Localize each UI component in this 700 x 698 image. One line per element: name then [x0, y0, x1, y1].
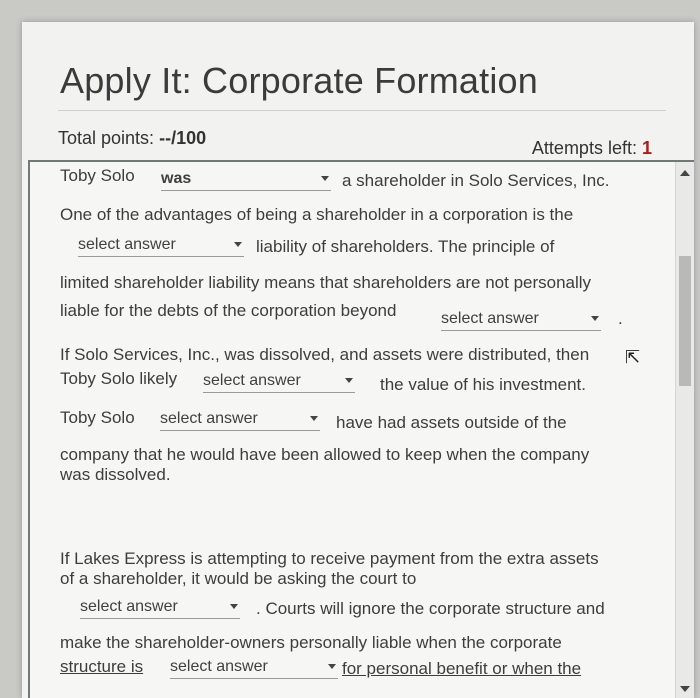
- chevron-down-icon: [230, 604, 238, 609]
- chevron-down-icon: [321, 176, 329, 181]
- question-content: Toby Solo was a shareholder in Solo Serv…: [30, 162, 670, 698]
- attempts-left-label: Attempts left:: [531, 138, 637, 158]
- q-text: If Lakes Express is attempting to receiv…: [60, 549, 599, 568]
- q-text: of a shareholder, it would be asking the…: [60, 569, 417, 588]
- q-text: . Courts will ignore the corporate struc…: [256, 599, 605, 618]
- question-frame[interactable]: Toby Solo was a shareholder in Solo Serv…: [28, 160, 694, 698]
- dropdown-value: select answer: [78, 236, 176, 253]
- q-text: Toby Solo likely: [60, 369, 178, 388]
- q-text: make the shareholder-owners personally l…: [60, 633, 562, 652]
- q-text: for personal benefit or when the: [342, 659, 582, 678]
- chevron-down-icon: [591, 316, 599, 321]
- q-text: have had assets outside of the: [336, 413, 567, 432]
- scrollbar-thumb[interactable]: [679, 256, 691, 386]
- q-text: structure is: [60, 657, 144, 676]
- dropdown-value: select answer: [203, 372, 301, 389]
- q-text: was dissolved.: [60, 465, 171, 484]
- attempts-left-value: 1: [641, 138, 652, 158]
- answer-dropdown-5[interactable]: select answer: [160, 408, 320, 431]
- answer-dropdown-1[interactable]: was: [161, 168, 331, 191]
- q-text: limited shareholder liability means that…: [60, 273, 592, 292]
- q-text: liable for the debts of the corporation …: [60, 301, 397, 320]
- assignment-card: Apply It: Corporate Formation Total poin…: [22, 22, 694, 698]
- answer-dropdown-3[interactable]: select answer: [441, 308, 601, 331]
- chevron-down-icon: [345, 378, 353, 383]
- q-text: If Solo Services, Inc., was dissolved, a…: [60, 345, 590, 364]
- answer-dropdown-6[interactable]: select answer: [80, 596, 240, 619]
- q-text: .: [618, 309, 623, 328]
- total-points-value: --/100: [159, 128, 207, 148]
- q-text: Toby Solo: [60, 408, 135, 427]
- dropdown-value: select answer: [160, 410, 258, 427]
- dropdown-value: was: [161, 170, 192, 187]
- title-divider: [58, 110, 666, 111]
- scroll-down-arrow-icon[interactable]: [680, 686, 690, 692]
- chevron-down-icon: [328, 664, 336, 669]
- q-text: Toby Solo: [60, 166, 135, 185]
- q-text: a shareholder in Solo Services, Inc.: [342, 171, 610, 190]
- q-text: liability of shareholders. The principle…: [256, 237, 555, 256]
- dropdown-value: select answer: [170, 658, 268, 675]
- chevron-down-icon: [234, 242, 242, 247]
- total-points: Total points: --/100: [58, 128, 206, 149]
- mouse-cursor-icon: ⇱: [625, 347, 641, 367]
- answer-dropdown-2[interactable]: select answer: [78, 234, 244, 257]
- attempts-left: Attempts left: 1: [532, 138, 652, 159]
- q-text: One of the advantages of being a shareho…: [60, 205, 574, 224]
- q-text: the value of his investment.: [380, 375, 587, 394]
- q-text: company that he would have been allowed …: [60, 445, 590, 464]
- page-title: Apply It: Corporate Formation: [60, 60, 539, 101]
- chevron-down-icon: [310, 416, 318, 421]
- answer-dropdown-4[interactable]: select answer: [203, 370, 355, 393]
- dropdown-value: select answer: [80, 598, 178, 615]
- scroll-up-arrow-icon[interactable]: [680, 170, 690, 176]
- dropdown-value: select answer: [441, 310, 539, 327]
- answer-dropdown-7[interactable]: select answer: [170, 656, 338, 679]
- total-points-label: Total points:: [58, 128, 155, 148]
- vertical-scrollbar[interactable]: [675, 162, 694, 698]
